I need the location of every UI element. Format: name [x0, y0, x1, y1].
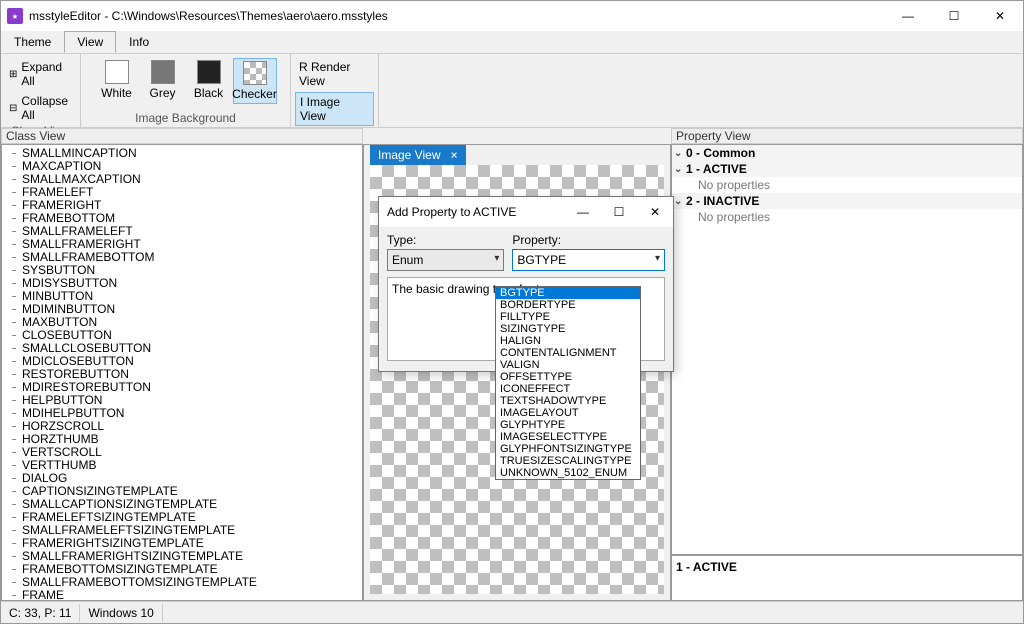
menu-info[interactable]: Info [116, 31, 162, 53]
status-os: Windows 10 [80, 604, 162, 622]
bg-black-label: Black [194, 86, 223, 100]
class-tree[interactable]: SMALLMINCAPTIONMAXCAPTIONSMALLMAXCAPTION… [2, 145, 362, 600]
property-label: Property: [512, 233, 665, 247]
property-group[interactable]: ⌄2 - INACTIVE [672, 193, 1022, 209]
checker-swatch-icon [243, 61, 267, 85]
image-view-button[interactable]: I Image View [295, 92, 374, 126]
menu-bar: Theme View Info [1, 31, 1023, 54]
dropdown-item[interactable]: VALIGN [496, 359, 640, 371]
class-view-header: Class View [1, 128, 363, 144]
dropdown-item[interactable]: GLYPHTYPE [496, 419, 640, 431]
property-dropdown[interactable]: BGTYPEBORDERTYPEFILLTYPESIZINGTYPEHALIGN… [495, 286, 641, 480]
dropdown-item[interactable]: SIZINGTYPE [496, 323, 640, 335]
dropdown-item[interactable]: IMAGESELECTTYPE [496, 431, 640, 443]
no-properties-label: No properties [674, 178, 770, 192]
status-bar: C: 33, P: 11 Windows 10 [1, 601, 1023, 623]
menu-theme[interactable]: Theme [1, 31, 64, 53]
property-group[interactable]: ⌄0 - Common [672, 145, 1022, 161]
bg-grey-button[interactable]: Grey [141, 58, 185, 102]
expand-all-button[interactable]: ⊞ Expand All [5, 58, 76, 90]
bg-grey-label: Grey [149, 86, 175, 100]
chevron-down-icon: ⌄ [674, 196, 686, 207]
collapse-icon: ⊟ [9, 103, 17, 114]
menu-view[interactable]: View [64, 31, 116, 53]
property-view-header: Property View [671, 128, 1023, 144]
dropdown-item[interactable]: BORDERTYPE [496, 299, 640, 311]
chevron-down-icon: ⌄ [674, 148, 686, 159]
property-status: 1 - ACTIVE [671, 555, 1023, 601]
window-title: msstyleEditor - C:\Windows\Resources\The… [29, 9, 388, 23]
type-combo-value: Enum [392, 253, 423, 267]
property-tree[interactable]: ⌄0 - Common⌄1 - ACTIVENo properties⌄2 - … [671, 144, 1023, 555]
dialog-minimize-button[interactable]: — [565, 197, 601, 227]
type-label: Type: [387, 233, 504, 247]
property-group[interactable]: ⌄1 - ACTIVE [672, 161, 1022, 177]
dropdown-item[interactable]: CONTENTALIGNMENT [496, 347, 640, 359]
ribbon: ⊞Expand All ⊟Collapse All Class View Whi… [1, 54, 1023, 128]
dropdown-item[interactable]: ICONEFFECT [496, 383, 640, 395]
bg-checker-label: Checker [232, 87, 277, 101]
dropdown-item[interactable]: IMAGELAYOUT [496, 407, 640, 419]
image-view-label: I Image View [300, 95, 369, 123]
dropdown-item[interactable]: OFFSETTYPE [496, 371, 640, 383]
bg-white-label: White [101, 86, 132, 100]
chevron-down-icon: ⌄ [674, 164, 686, 175]
dialog-title: Add Property to ACTIVE [387, 205, 516, 219]
class-tree-item[interactable]: FRAME [4, 589, 360, 600]
dropdown-item[interactable]: FILLTYPE [496, 311, 640, 323]
tab-close-icon[interactable]: × [450, 148, 457, 162]
property-combo[interactable]: BGTYPE [512, 249, 665, 271]
expand-icon: ⊞ [9, 69, 17, 80]
collapse-all-label: Collapse All [21, 94, 72, 122]
type-combo[interactable]: Enum [387, 249, 504, 271]
render-view-button[interactable]: R Render View [295, 58, 374, 90]
dropdown-item[interactable]: GLYPHFONTSIZINGTYPE [496, 443, 640, 455]
status-position: C: 33, P: 11 [1, 604, 80, 622]
property-combo-value: BGTYPE [517, 253, 566, 267]
dropdown-item[interactable]: BGTYPE [496, 287, 640, 299]
dropdown-item[interactable]: TRUESIZESCALINGTYPE [496, 455, 640, 467]
dropdown-item[interactable]: UNKNOWN_5102_ENUM [496, 467, 640, 479]
close-button[interactable]: ✕ [977, 1, 1023, 31]
black-swatch-icon [197, 60, 221, 84]
grey-swatch-icon [151, 60, 175, 84]
tab-image-view[interactable]: Image View × [370, 145, 466, 165]
ribbon-group-imgbg-label: Image Background [85, 111, 286, 127]
dropdown-item[interactable]: HALIGN [496, 335, 640, 347]
tab-image-view-label: Image View [378, 148, 440, 162]
maximize-button[interactable]: ☐ [931, 1, 977, 31]
dropdown-item[interactable]: TEXTSHADOWTYPE [496, 395, 640, 407]
app-icon: ⋆ [7, 8, 23, 24]
expand-all-label: Expand All [21, 60, 72, 88]
bg-black-button[interactable]: Black [187, 58, 231, 102]
white-swatch-icon [105, 60, 129, 84]
dialog-close-button[interactable]: ✕ [637, 197, 673, 227]
title-bar: ⋆ msstyleEditor - C:\Windows\Resources\T… [1, 1, 1023, 31]
render-view-label: R Render View [299, 60, 370, 88]
class-view-pane: SMALLMINCAPTIONMAXCAPTIONSMALLMAXCAPTION… [1, 144, 363, 601]
dialog-maximize-button[interactable]: ☐ [601, 197, 637, 227]
bg-checker-button[interactable]: Checker [233, 58, 277, 104]
bg-white-button[interactable]: White [95, 58, 139, 102]
minimize-button[interactable]: — [885, 1, 931, 31]
collapse-all-button[interactable]: ⊟ Collapse All [5, 92, 76, 124]
no-properties-label: No properties [674, 210, 770, 224]
